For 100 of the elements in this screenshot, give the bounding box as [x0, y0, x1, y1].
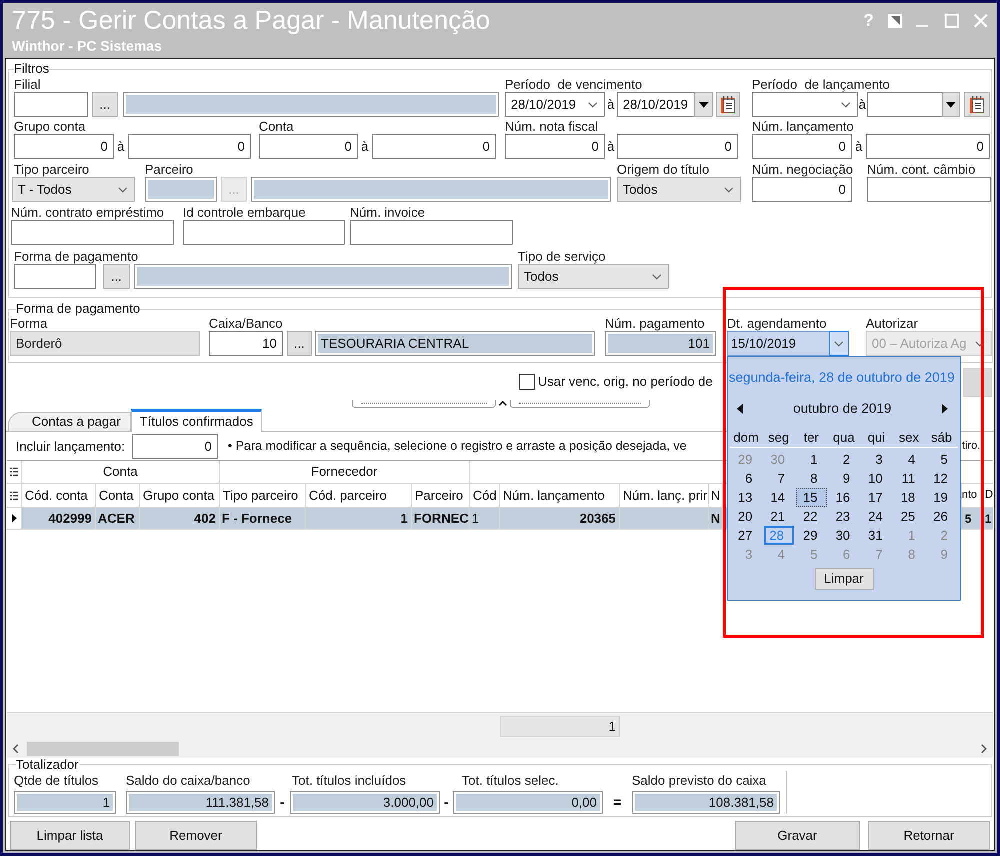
calendar-day[interactable]: 2	[828, 450, 860, 469]
calendar-button[interactable]	[716, 92, 740, 117]
column-header[interactable]: Parceiro	[412, 484, 470, 507]
calendar-day[interactable]: 17	[861, 488, 892, 507]
calendar-day[interactable]: 10	[861, 469, 892, 488]
input-field[interactable]: 0	[372, 134, 496, 159]
column-header[interactable]: nto	[962, 484, 982, 507]
description-field[interactable]: TESOURARIA CENTRAL	[315, 331, 595, 356]
lookup-button[interactable]: ...	[287, 331, 312, 356]
return-button[interactable]: Retornar	[868, 821, 990, 850]
chevron-left-icon[interactable]	[13, 744, 19, 754]
calendar-day[interactable]: 3	[861, 450, 892, 469]
calendar-day[interactable]: 26	[926, 507, 957, 526]
input-field[interactable]: 1	[14, 791, 116, 814]
tab[interactable]: Títulos confirmados	[130, 409, 262, 432]
calendar-day[interactable]: 20	[731, 507, 762, 526]
dropdown-button[interactable]	[694, 92, 713, 117]
input-field[interactable]: 0	[505, 134, 605, 159]
calendar-day[interactable]: 6	[731, 469, 762, 488]
input-field[interactable]: 111.381,58	[126, 791, 275, 814]
column-header[interactable]: N	[709, 484, 723, 507]
column-header[interactable]: Cód	[470, 484, 500, 507]
tab[interactable]: Contas a pagar	[8, 412, 131, 432]
clear-button[interactable]: Limpar	[814, 568, 874, 590]
lookup-button[interactable]: ...	[92, 92, 118, 117]
save-button[interactable]: Gravar	[735, 821, 860, 850]
calendar-day[interactable]: 1	[796, 450, 827, 469]
column-header[interactable]: Conta	[96, 484, 140, 507]
calendar-day[interactable]: 4	[894, 450, 924, 469]
calendar-day[interactable]: 24	[861, 507, 892, 526]
column-header[interactable]: Cód. parceiro	[306, 484, 412, 507]
lookup-button[interactable]: ...	[103, 264, 130, 289]
input-field[interactable]	[350, 220, 513, 245]
column-header[interactable]: D	[982, 484, 993, 507]
input-field[interactable]: 0	[128, 134, 251, 159]
calendar-day[interactable]: 21	[764, 507, 794, 526]
splitter-handle[interactable]	[352, 400, 650, 409]
chevron-right-icon[interactable]	[981, 744, 987, 754]
input-field[interactable]: 0	[617, 134, 738, 159]
calendar-day[interactable]: 5	[926, 450, 957, 469]
calendar-day[interactable]: 13	[731, 488, 762, 507]
input-field[interactable]: 0,00	[453, 791, 603, 814]
list-icon[interactable]	[10, 490, 18, 500]
date-field[interactable]: 28/10/2019	[617, 92, 694, 117]
dropdown[interactable]: 28/10/2019	[505, 92, 605, 117]
date-field[interactable]: 15/10/2019	[727, 331, 829, 356]
input-field[interactable]: 0	[752, 177, 852, 202]
input-field[interactable]	[183, 220, 345, 245]
input-field[interactable]: 108.381,58	[632, 791, 780, 814]
side-button[interactable]	[963, 368, 992, 396]
input-field[interactable]	[867, 177, 992, 202]
calendar-day[interactable]: 19	[926, 488, 957, 507]
input-field[interactable]	[14, 264, 96, 289]
checkbox[interactable]	[519, 374, 535, 390]
description-field[interactable]	[251, 177, 611, 202]
clear-list-button[interactable]: Limpar lista	[10, 821, 130, 850]
column-header[interactable]: Cód. conta	[22, 484, 96, 507]
half-filled-square-icon[interactable]	[888, 14, 902, 28]
dropdown[interactable]: Todos	[617, 177, 741, 202]
calendar-day[interactable]: 18	[894, 488, 924, 507]
calendar-day[interactable]: 8	[796, 469, 827, 488]
calendar-day[interactable]: 25	[894, 507, 924, 526]
dropdown-button[interactable]	[942, 92, 960, 117]
input-field[interactable]: 0	[132, 434, 218, 459]
input-field[interactable]: 101	[605, 331, 716, 356]
list-icon[interactable]	[10, 467, 18, 477]
input-field[interactable]: 10	[209, 331, 283, 356]
calendar-day[interactable]: 15	[796, 488, 827, 507]
date-field[interactable]	[867, 92, 942, 117]
calendar-button[interactable]	[964, 92, 990, 117]
description-field[interactable]	[123, 92, 499, 117]
dropdown[interactable]	[752, 92, 858, 117]
column-header[interactable]: Núm. lançamento	[500, 484, 620, 507]
input-field[interactable]: 0	[752, 134, 852, 159]
caret-right-icon[interactable]	[942, 404, 948, 414]
input-field[interactable]: 0	[866, 134, 990, 159]
column-header[interactable]: Grupo conta	[140, 484, 220, 507]
input-field[interactable]: 0	[259, 134, 358, 159]
calendar-day[interactable]: 16	[828, 488, 860, 507]
scrollbar-thumb[interactable]	[27, 742, 179, 756]
dropdown[interactable]: T - Todos	[12, 177, 135, 202]
calendar-day[interactable]: 22	[796, 507, 827, 526]
calendar-day[interactable]: 7	[764, 469, 794, 488]
input-field[interactable]: 0	[14, 134, 114, 159]
calendar-day[interactable]: 11	[894, 469, 924, 488]
column-header[interactable]: Núm. lanç. prir	[620, 484, 709, 507]
checkbox-label[interactable]: Usar venc. orig. no período de	[538, 372, 713, 392]
description-field[interactable]	[134, 264, 512, 289]
remove-button[interactable]: Remover	[135, 821, 257, 850]
dropdown[interactable]: Todos	[518, 264, 669, 289]
calendar-day[interactable]: 12	[926, 469, 957, 488]
calendar-day[interactable]: 9	[828, 469, 860, 488]
input-field[interactable]: 3.000,00	[290, 791, 440, 814]
calendar-day[interactable]: 23	[828, 507, 860, 526]
calendar-day[interactable]: 14	[764, 488, 794, 507]
input-field[interactable]	[145, 177, 217, 202]
column-header[interactable]: Tipo parceiro	[220, 484, 306, 507]
input-field[interactable]	[11, 220, 174, 245]
input-field[interactable]	[14, 92, 88, 117]
caret-left-icon[interactable]	[737, 404, 743, 414]
